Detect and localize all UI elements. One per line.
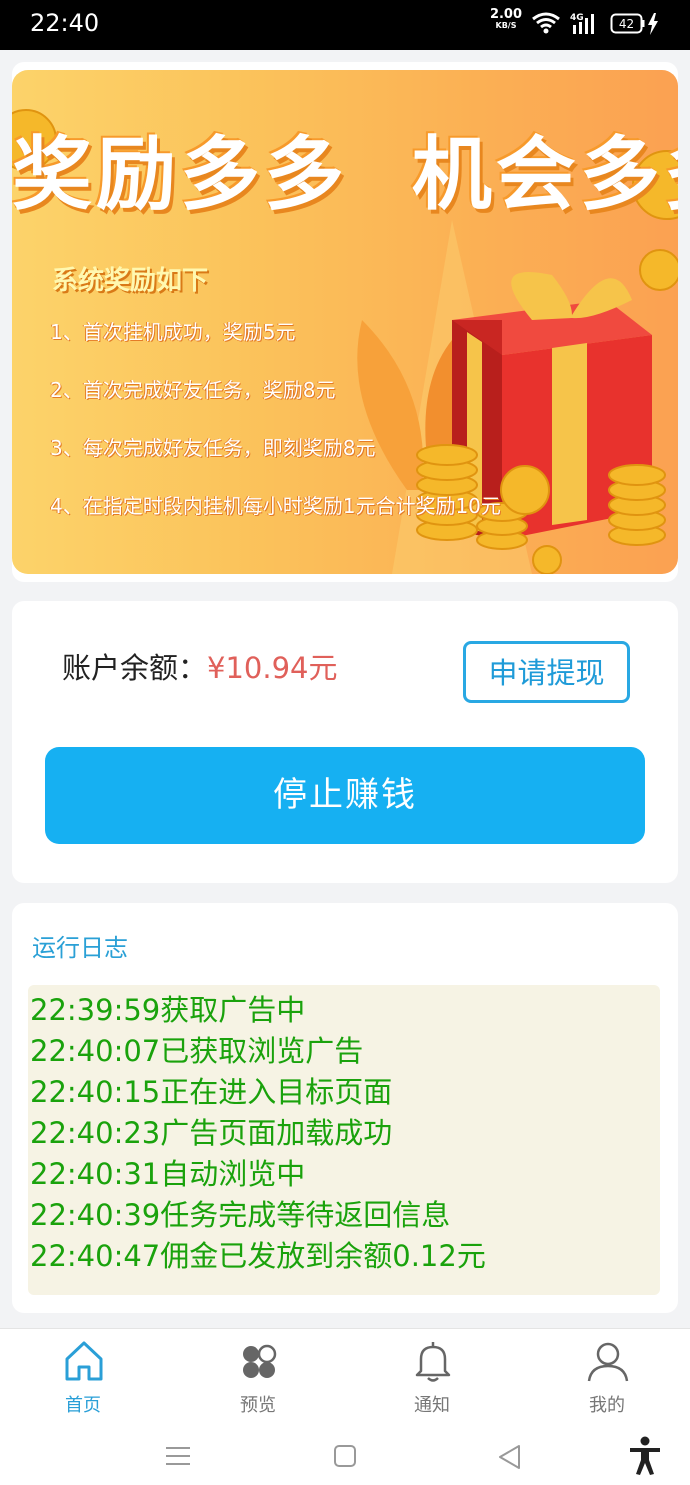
log-entry: 22:40:31自动浏览中 <box>30 1157 306 1191</box>
battery-level: 42 <box>619 17 634 31</box>
banner-card: 奖励多多 机会多多 系统奖励如下 1、首次挂机成功，奖励5元 2、首次完成好友任… <box>12 62 678 582</box>
net-speed: 2.00 KB/S <box>489 8 523 30</box>
balance-amount: ¥10.94元 <box>207 651 338 685</box>
battery-icon: 42 <box>610 13 658 35</box>
log-entry: 22:40:23广告页面加载成功 <box>30 1116 393 1150</box>
balance-row: 账户余额：¥10.94元 <box>62 645 338 687</box>
home-icon <box>65 1341 103 1381</box>
tab-preview-label: 预览 <box>240 1395 276 1416</box>
tab-profile[interactable]: 我的 <box>537 1329 677 1429</box>
banner-title: 奖励多多 机会多多 <box>12 128 678 221</box>
log-entry: 22:40:15正在进入目标页面 <box>30 1075 393 1109</box>
tab-profile-label: 我的 <box>589 1395 625 1416</box>
home-square-icon[interactable] <box>333 1444 357 1468</box>
log-entry: 22:40:39任务完成等待返回信息 <box>30 1198 451 1232</box>
tab-notifications-label: 通知 <box>414 1395 450 1416</box>
banner-subtitle: 系统奖励如下 <box>52 266 209 296</box>
log-title: 运行日志 <box>32 934 128 962</box>
banner-rule: 4、在指定时段内挂机每小时奖励1元合计奖励10元 <box>50 494 501 518</box>
tab-notifications[interactable]: 通知 <box>362 1329 502 1429</box>
balance-card: 账户余额：¥10.94元 申请提现 停止赚钱 <box>12 601 678 883</box>
withdraw-button[interactable]: 申请提现 <box>463 641 630 703</box>
balance-label: 账户余额： <box>62 651 208 685</box>
network-type: 4G <box>570 13 584 23</box>
stop-earning-button[interactable]: 停止赚钱 <box>45 747 645 844</box>
net-speed-value: 2.00 <box>489 7 523 22</box>
promo-banner[interactable]: 奖励多多 机会多多 系统奖励如下 1、首次挂机成功，奖励5元 2、首次完成好友任… <box>12 70 678 574</box>
log-entry: 22:40:07已获取浏览广告 <box>30 1034 364 1068</box>
tab-home-label: 首页 <box>65 1395 101 1416</box>
status-bar: 22:40 2.00 KB/S 4G 42 <box>0 0 690 50</box>
net-speed-unit: KB/S <box>495 21 517 30</box>
system-nav-bar <box>0 1428 690 1485</box>
charging-icon <box>648 13 658 35</box>
bottom-tab-bar: 首页 预览 通知 我的 <box>0 1328 690 1429</box>
banner-rules: 1、首次挂机成功，奖励5元 2、首次完成好友任务，奖励8元 3、每次完成好友任务… <box>50 316 501 548</box>
run-log-card: 运行日志 22:39:59获取广告中 22:40:07已获取浏览广告 22:40… <box>12 903 678 1313</box>
apps-icon <box>243 1344 277 1378</box>
status-time: 22:40 <box>30 9 100 37</box>
user-icon <box>587 1342 629 1382</box>
banner-rule: 1、首次挂机成功，奖励5元 <box>50 320 296 344</box>
log-entry: 22:39:59获取广告中 <box>30 993 306 1027</box>
tab-preview[interactable]: 预览 <box>188 1329 328 1429</box>
banner-rule: 2、首次完成好友任务，奖励8元 <box>50 378 336 402</box>
tab-home[interactable]: 首页 <box>13 1329 153 1429</box>
wifi-icon <box>532 12 560 34</box>
bell-icon <box>415 1342 451 1382</box>
log-box: 22:39:59获取广告中 22:40:07已获取浏览广告 22:40:15正在… <box>28 985 660 1295</box>
menu-icon[interactable] <box>165 1444 191 1468</box>
log-entry: 22:40:47佣金已发放到余额0.12元 <box>30 1239 486 1273</box>
signal-icon: 4G <box>570 13 594 34</box>
back-icon[interactable] <box>497 1444 523 1470</box>
accessibility-icon[interactable] <box>628 1436 662 1476</box>
banner-rule: 3、每次完成好友任务，即刻奖励8元 <box>50 436 376 460</box>
